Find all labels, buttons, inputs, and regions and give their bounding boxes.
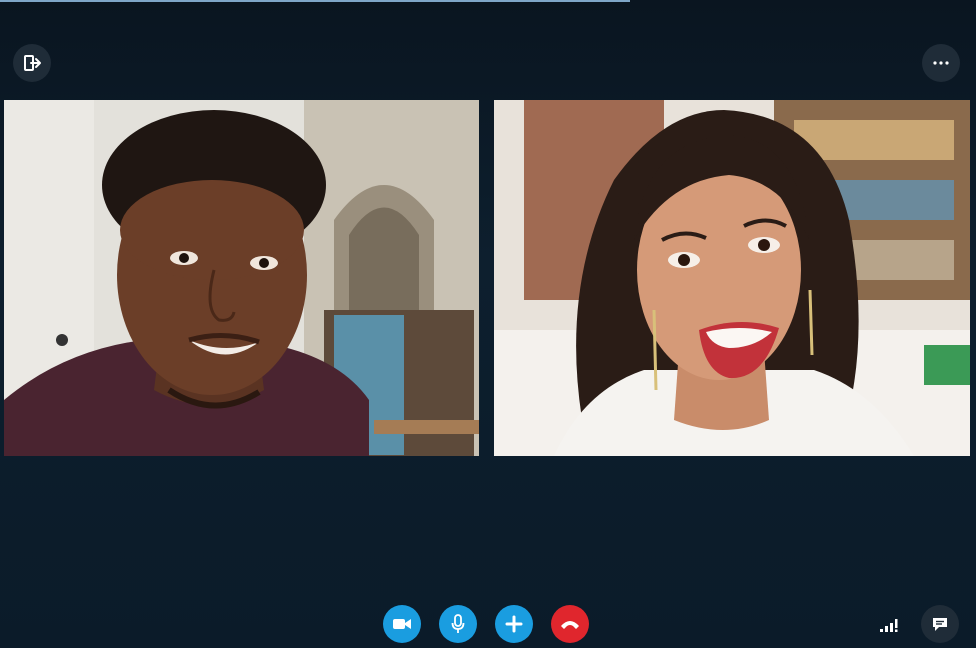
add-participant-button[interactable] [495,605,533,643]
camera-icon [393,619,411,629]
leave-call-button[interactable] [13,44,51,82]
toggle-video-button[interactable] [383,605,421,643]
call-window [0,0,976,648]
chat-bubble-icon [933,618,947,631]
more-options-button[interactable] [922,44,960,82]
plus-icon [505,615,523,633]
signal-strength-icon [880,619,898,632]
microphone-icon [451,614,465,633]
toggle-mic-button[interactable] [439,605,477,643]
participant-left-video [4,100,479,456]
open-chat-button[interactable] [921,605,959,643]
exit-door-icon [24,55,41,71]
top-progress-line [0,0,630,2]
end-call-button[interactable] [551,605,589,643]
more-ellipsis-icon [933,61,949,65]
participant-right-video [494,100,970,456]
hang-up-icon [561,621,579,629]
